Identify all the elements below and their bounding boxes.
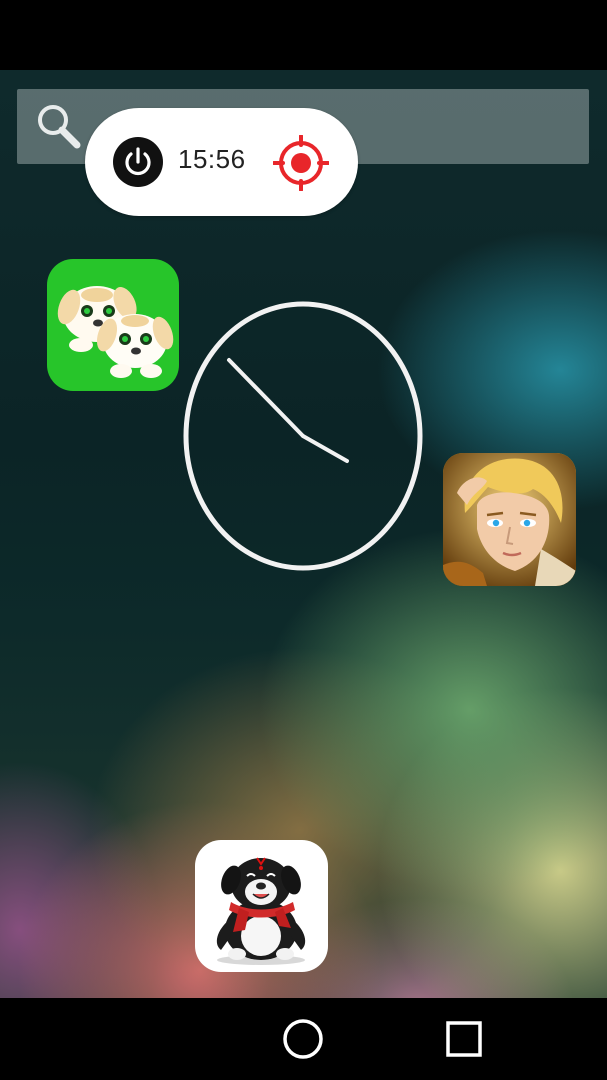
timer-text: 15:56 (178, 144, 246, 174)
hero-portrait-illustration (443, 453, 576, 586)
dog-with-red-scarf-app-icon[interactable] (195, 840, 328, 972)
analog-clock-widget[interactable] (182, 300, 426, 574)
dog-illustration (216, 857, 306, 965)
navigation-bar (0, 998, 607, 1080)
recents-square-icon[interactable] (445, 1020, 483, 1058)
puppies-illustration (57, 286, 174, 378)
power-icon (125, 147, 151, 176)
power-button[interactable] (113, 137, 163, 187)
clock-hour-hand (301, 434, 349, 463)
floating-control-pill: 15:56 (85, 108, 358, 216)
two-puppies-app-icon[interactable] (47, 259, 179, 391)
blonde-hero-portrait-app-icon[interactable] (443, 453, 576, 586)
home-circle-icon[interactable] (282, 1018, 324, 1060)
crosshair-target-icon[interactable] (273, 135, 329, 191)
clock-minute-hand (227, 358, 305, 438)
search-icon[interactable] (33, 101, 83, 151)
status-bar (0, 0, 607, 70)
home-screen: 15:56 (0, 0, 607, 1080)
